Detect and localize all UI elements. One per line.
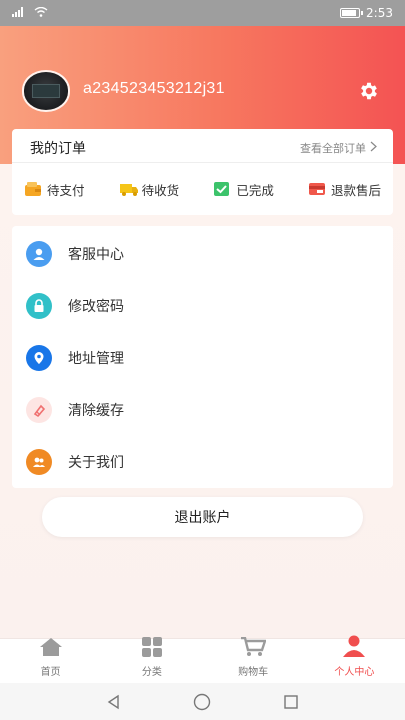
refund-icon	[308, 181, 326, 197]
menu-item-label: 客服中心	[68, 247, 124, 263]
back-button[interactable]	[103, 691, 125, 713]
view-all-orders-link[interactable]: 查看全部订单	[300, 140, 377, 156]
order-status-pending-payment[interactable]: 待支付	[24, 180, 85, 199]
status-left	[12, 6, 48, 20]
menu-item-label: 清除缓存	[68, 403, 124, 419]
orders-title: 我的订单	[30, 141, 86, 157]
menu-item-label: 关于我们	[68, 455, 124, 471]
chevron-right-icon	[370, 141, 377, 155]
menu-item-change-password[interactable]: 修改密码	[12, 280, 393, 332]
check-icon	[213, 181, 231, 197]
menu-item-customer-service[interactable]: 客服中心	[12, 228, 393, 280]
status-right: 2:53	[340, 6, 393, 20]
menu-item-label: 修改密码	[68, 299, 124, 315]
bottom-tab-bar: 首页 分类 购物车 个人中心	[0, 635, 405, 683]
orders-card: 我的订单 查看全部订单 待支付 待收货 已完成 退款售后	[12, 129, 393, 215]
truck-icon	[119, 181, 138, 197]
recent-apps-button[interactable]	[280, 691, 302, 713]
tab-home[interactable]: 首页	[0, 637, 101, 683]
logout-button[interactable]: 退出账户	[42, 497, 363, 537]
cart-icon	[240, 636, 267, 661]
order-status-label: 待收货	[141, 182, 180, 198]
home-button[interactable]	[191, 691, 213, 713]
avatar[interactable]	[22, 70, 70, 112]
tab-cart[interactable]: 购物车	[203, 636, 304, 683]
home-icon	[39, 637, 63, 661]
settings-button[interactable]	[356, 80, 382, 106]
tab-label: 购物车	[238, 667, 269, 678]
order-status-label: 退款售后	[330, 182, 381, 198]
status-time: 2:53	[366, 6, 393, 20]
settings-menu: 客服中心 修改密码 地址管理 清除缓存 关于我们	[12, 226, 393, 488]
status-bar: 2:53	[0, 0, 405, 26]
order-status-pending-delivery[interactable]: 待收货	[119, 180, 180, 199]
user-icon	[342, 635, 366, 661]
order-status-label: 已完成	[236, 182, 274, 198]
tab-label: 个人中心	[334, 667, 375, 678]
tab-label: 分类	[141, 667, 162, 678]
menu-item-address[interactable]: 地址管理	[12, 332, 393, 384]
view-all-orders-label: 查看全部订单	[300, 142, 366, 155]
tab-profile[interactable]: 个人中心	[304, 635, 405, 683]
lock-icon	[26, 293, 52, 319]
about-icon	[26, 449, 52, 475]
orders-header: 我的订单 查看全部订单	[12, 129, 393, 163]
location-icon	[26, 345, 52, 371]
order-status-list: 待支付 待收货 已完成 退款售后	[12, 163, 393, 215]
gear-icon	[358, 80, 380, 106]
menu-item-clear-cache[interactable]: 清除缓存	[12, 384, 393, 436]
username: a234523453212j31	[83, 80, 225, 97]
order-status-refund[interactable]: 退款售后	[308, 180, 381, 199]
category-icon	[141, 637, 163, 661]
tab-label: 首页	[40, 667, 61, 678]
clean-icon	[26, 397, 52, 423]
tab-category[interactable]: 分类	[101, 637, 202, 683]
order-status-completed[interactable]: 已完成	[213, 180, 274, 199]
service-icon	[26, 241, 52, 267]
order-status-label: 待支付	[47, 182, 85, 198]
menu-item-label: 地址管理	[68, 351, 124, 367]
wifi-icon	[34, 6, 48, 20]
battery-icon	[340, 8, 364, 18]
system-nav-bar	[0, 683, 405, 720]
wallet-icon	[24, 181, 42, 197]
signal-icon	[12, 6, 28, 20]
menu-item-about[interactable]: 关于我们	[12, 436, 393, 488]
